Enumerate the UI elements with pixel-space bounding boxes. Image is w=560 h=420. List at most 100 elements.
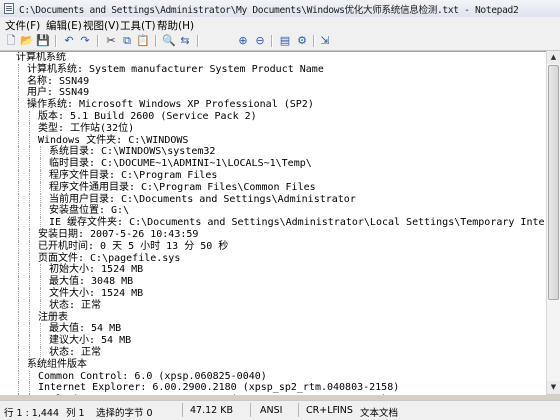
status-size: 47.12 KB xyxy=(190,405,233,416)
line-text: 文件大小: 1524 MB xyxy=(49,287,144,299)
status-eol: CR+LF xyxy=(306,405,338,416)
line-text: 操作系统: Microsoft Windows XP Professional … xyxy=(27,99,314,111)
indent-guide xyxy=(18,240,19,253)
line-text: 建议大小: 54 MB xyxy=(49,335,132,347)
zoom-in-icon[interactable]: ⊕ xyxy=(236,34,250,48)
indent-guide xyxy=(18,87,19,100)
menu-view[interactable]: 视图(V) xyxy=(83,18,119,33)
indent-guide xyxy=(40,158,41,170)
indent-guide xyxy=(40,323,41,336)
status-encoding: ANSI xyxy=(260,405,283,416)
indent-guide xyxy=(18,228,19,241)
indent-guide xyxy=(18,276,19,288)
indent-guide xyxy=(18,311,19,324)
line-text: 名称: SSN49 xyxy=(27,75,90,87)
vertical-scrollbar[interactable]: ▲ ▼ xyxy=(546,51,560,394)
indent-guide xyxy=(40,335,41,347)
indent-guide xyxy=(40,217,41,229)
indent-guide xyxy=(18,335,19,347)
indent-guide xyxy=(29,264,30,277)
line-text: 系统目录: C:\WINDOWS\system32 xyxy=(49,146,216,158)
toolbar-separator xyxy=(97,35,99,47)
copy-icon[interactable]: ⧉ xyxy=(120,34,134,48)
scroll-up-arrow-icon[interactable]: ▲ xyxy=(547,51,560,64)
save-icon[interactable]: 💾 xyxy=(36,34,50,48)
indent-guide xyxy=(18,181,19,194)
paste-icon[interactable]: 📋 xyxy=(136,34,150,48)
indent-guide xyxy=(29,158,30,170)
redo-icon[interactable]: ↷ xyxy=(78,34,92,48)
line-text: 用户: SSN49 xyxy=(27,87,90,99)
line-text: Windows 文件夹: C:\WINDOWS xyxy=(38,134,189,146)
line-text: 页面文件: C:\pagefile.sys xyxy=(38,252,181,264)
indent-guide xyxy=(29,394,30,395)
indent-guide xyxy=(18,122,19,135)
zoom-out-icon[interactable]: ⊖ xyxy=(253,34,267,48)
indent-guide xyxy=(18,169,19,182)
indent-guide xyxy=(18,134,19,147)
indent-guide xyxy=(18,264,19,277)
text-editor[interactable]: 计算机系统 计算机系统: System manufacturer System P… xyxy=(0,51,546,395)
indent-guide xyxy=(40,205,41,218)
indent-guide xyxy=(18,299,19,312)
view-icon[interactable]: ▤ xyxy=(278,34,292,48)
indent-guide xyxy=(29,287,30,300)
indent-guide xyxy=(18,99,19,111)
line-text: 系统组件版本 xyxy=(27,358,87,370)
line-text: Outlook Express: 6.00.2900.2180 (xpsp_sp… xyxy=(38,394,387,395)
indent-guide xyxy=(40,287,41,300)
menu-help[interactable]: 帮助(H) xyxy=(157,18,194,33)
indent-guide xyxy=(18,382,19,395)
settings-icon[interactable]: ⚙ xyxy=(295,34,309,48)
menu-edit[interactable]: 编辑(E) xyxy=(46,18,82,33)
new-icon[interactable]: 🗋 xyxy=(4,34,18,48)
indent-guide xyxy=(29,276,30,288)
indent-guide xyxy=(18,75,19,88)
status-column: 列 1 xyxy=(66,408,85,419)
line-text: 计算机系统 xyxy=(16,52,66,63)
indent-guide xyxy=(18,323,19,336)
line-text: 版本: 5.1 Build 2600 (Service Pack 2) xyxy=(38,110,257,122)
line-text: 程序文件通用目录: C:\Program Files\Common Files xyxy=(49,181,316,193)
line-text: Common Control: 6.0 (xpsp.060825-0040) xyxy=(38,370,267,382)
line-text: IE 缓存文件夹: C:\Documents and Settings\Admi… xyxy=(49,217,546,229)
toolbar-separator xyxy=(313,35,315,47)
status-bar: 行 1 : 1,444 列 1 选择的字节 0 47.12 KB ANSI CR… xyxy=(0,400,560,420)
line-text: 安装盘位置: G:\ xyxy=(49,205,130,217)
line-text: 程序文件目录: C:\Program Files xyxy=(49,169,218,181)
indent-guide xyxy=(40,169,41,182)
replace-icon[interactable]: ⇆ xyxy=(178,34,192,48)
open-icon[interactable]: 📂 xyxy=(20,34,34,48)
status-divider xyxy=(182,403,183,417)
indent-guide xyxy=(29,228,30,241)
menu-file[interactable]: 文件(F) xyxy=(5,18,40,33)
toolbar-separator xyxy=(155,35,157,47)
indent-guide xyxy=(40,193,41,206)
status-divider xyxy=(250,403,251,417)
indent-guide xyxy=(29,122,30,135)
indent-guide xyxy=(18,63,19,76)
indent-guide xyxy=(18,217,19,229)
find-icon[interactable]: 🔍 xyxy=(162,34,176,48)
undo-icon[interactable]: ↶ xyxy=(62,34,76,48)
indent-guide xyxy=(29,205,30,218)
indent-guide xyxy=(40,181,41,194)
cut-icon[interactable]: ✂ xyxy=(104,34,118,48)
indent-guide xyxy=(18,252,19,265)
exit-icon[interactable]: ⇲ xyxy=(318,34,332,48)
window-title: C:\Documents and Settings\Administrator\… xyxy=(19,5,519,16)
indent-guide xyxy=(29,181,30,194)
status-selection: 选择的字节 0 xyxy=(96,408,153,419)
indent-guide xyxy=(18,358,19,371)
indent-guide xyxy=(18,370,19,383)
indent-guide xyxy=(18,158,19,170)
scroll-down-arrow-icon[interactable]: ▼ xyxy=(547,381,560,394)
line-text: 最大值: 54 MB xyxy=(49,323,122,335)
indent-guide xyxy=(29,323,30,336)
scroll-thumb[interactable] xyxy=(548,65,559,300)
indent-guide xyxy=(18,205,19,218)
line-text: 当前用户目录: C:\Documents and Settings\Admini… xyxy=(49,193,356,205)
line-text: 已开机时间: 0 天 5 小时 13 分 50 秒 xyxy=(38,240,229,252)
line-text: 最大值: 3048 MB xyxy=(49,276,134,288)
menu-tools[interactable]: 工具(T) xyxy=(120,18,156,33)
